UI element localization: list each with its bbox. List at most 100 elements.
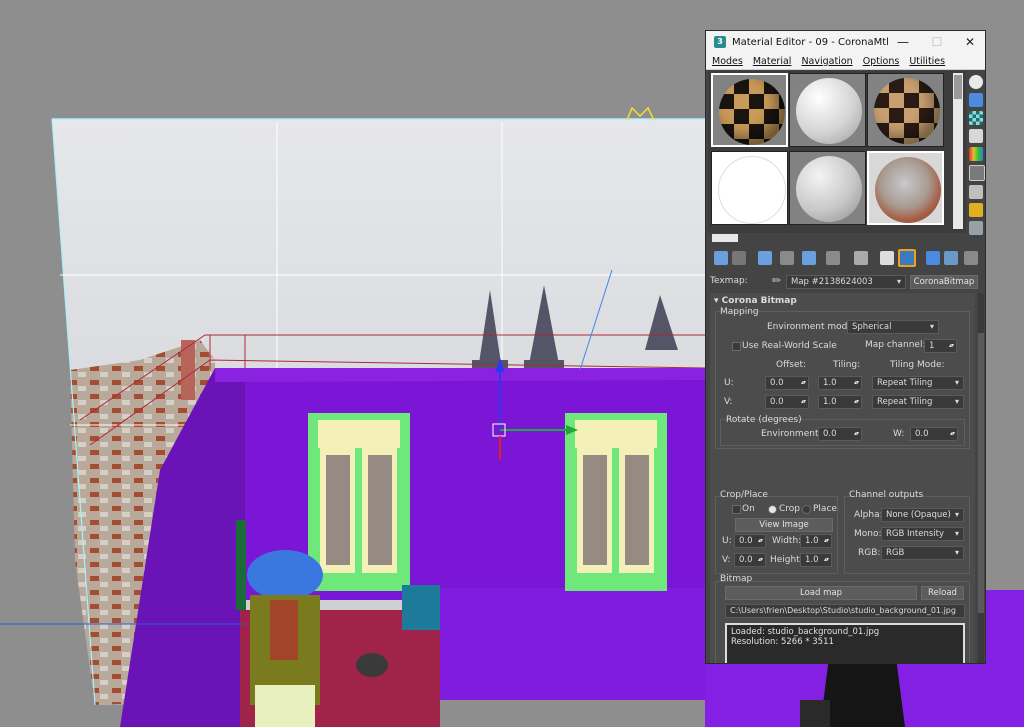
- alpha-dropdown[interactable]: None (Opaque): [881, 508, 964, 522]
- make-preview-icon[interactable]: [969, 165, 985, 181]
- menu-navigation[interactable]: Navigation: [801, 56, 852, 67]
- v-offset-spinner[interactable]: 0.0: [765, 395, 809, 409]
- delete-icon[interactable]: [780, 251, 794, 265]
- crop-height-label: Height:: [770, 555, 803, 565]
- sample-type-icon[interactable]: [969, 75, 983, 89]
- view-image-button[interactable]: View Image: [735, 518, 833, 532]
- sample-slot-2[interactable]: [789, 73, 866, 147]
- go-to-parent-icon[interactable]: [944, 251, 958, 265]
- map-channel-label: Map channel:: [865, 340, 926, 350]
- flat-white-sphere: [718, 156, 786, 224]
- crop-height-spinner[interactable]: 1.0: [800, 553, 832, 567]
- tiling-mode-label: Tiling Mode:: [890, 360, 945, 370]
- bitmap-group-label: Bitmap: [720, 574, 753, 584]
- get-material-icon[interactable]: [714, 251, 728, 265]
- crop-on-label: On: [742, 504, 755, 514]
- w-rotate-spinner[interactable]: 0.0: [910, 427, 958, 441]
- rgb-dropdown[interactable]: RGB: [881, 546, 964, 560]
- rollout-title[interactable]: ▾ Corona Bitmap: [714, 296, 797, 306]
- video-color-icon[interactable]: [969, 147, 983, 161]
- show-end-result-icon[interactable]: [926, 251, 940, 265]
- texmap-label: Texmap:: [710, 276, 748, 286]
- map-channel-spinner[interactable]: 1: [924, 339, 957, 353]
- sample-slot-6[interactable]: [867, 151, 944, 225]
- menu-material[interactable]: Material: [753, 56, 792, 67]
- eyedropper-icon[interactable]: ✏: [772, 274, 781, 287]
- place-radio-label: Place: [813, 504, 837, 514]
- bitmap-info-resolution: Resolution: 5266 * 3511: [731, 637, 834, 647]
- options-icon[interactable]: [969, 185, 983, 199]
- sample-slot-3[interactable]: [867, 73, 944, 147]
- crop-radio[interactable]: [768, 505, 777, 514]
- tower: [181, 340, 195, 400]
- load-map-button[interactable]: Load map: [725, 586, 917, 600]
- side-toolbar: [966, 71, 985, 239]
- crop-on-checkbox[interactable]: [732, 505, 741, 514]
- blue-chair: [402, 585, 440, 630]
- rotate-label: Rotate (degrees): [726, 415, 802, 425]
- v-tiling-mode-dropdown[interactable]: Repeat Tiling: [872, 395, 964, 409]
- title-bar: 3 Material Editor - 09 - CoronaMtl — ☐ ✕: [706, 31, 985, 53]
- armchair: [255, 685, 315, 727]
- map-type-button[interactable]: CoronaBitmap: [910, 275, 978, 289]
- make-copy-icon[interactable]: [802, 251, 816, 265]
- u-label: U:: [724, 378, 734, 388]
- checker-sphere: [719, 79, 785, 145]
- background-icon[interactable]: [969, 111, 983, 125]
- put-to-library-icon[interactable]: [854, 251, 868, 265]
- window-title: Material Editor - 09 - CoronaMtl: [732, 36, 889, 48]
- minimize-icon[interactable]: —: [886, 31, 920, 53]
- w-label: W:: [893, 429, 905, 439]
- real-world-scale-label: Use Real-World Scale: [742, 341, 837, 351]
- material-id-icon[interactable]: [880, 251, 894, 265]
- slots-scrollbar[interactable]: [953, 73, 963, 229]
- material-navigator-icon[interactable]: [969, 221, 983, 235]
- close-icon[interactable]: ✕: [953, 31, 985, 53]
- reload-button[interactable]: Reload: [921, 586, 964, 600]
- room-right-block: [440, 588, 705, 700]
- put-to-scene-icon[interactable]: [732, 251, 746, 265]
- slots-horizontal-scrollbar[interactable]: [708, 233, 966, 243]
- u-tiling-spinner[interactable]: 1.0: [818, 376, 862, 390]
- place-radio[interactable]: [802, 505, 811, 514]
- backlight-icon[interactable]: [969, 93, 983, 107]
- select-by-material-icon[interactable]: [969, 203, 983, 217]
- menu-options[interactable]: Options: [863, 56, 900, 67]
- assign-material-icon[interactable]: [758, 251, 772, 265]
- rgb-label: RGB:: [858, 548, 881, 558]
- real-world-scale-checkbox[interactable]: [732, 342, 741, 351]
- maximize-icon[interactable]: ☐: [920, 31, 954, 53]
- offset-label: Offset:: [776, 360, 807, 370]
- env-mode-dropdown[interactable]: Spherical: [847, 320, 939, 334]
- mono-dropdown[interactable]: RGB Intensity: [881, 527, 964, 541]
- texmap-row: Texmap: ✏ Map #2138624003 CoronaBitmap: [706, 273, 985, 291]
- show-shaded-material-icon[interactable]: [898, 249, 916, 267]
- menu-modes[interactable]: Modes: [712, 56, 743, 67]
- white-sphere: [796, 78, 862, 144]
- menu-utilities[interactable]: Utilities: [909, 56, 945, 67]
- crop-place-label: Crop/Place: [720, 490, 768, 500]
- map-name-field[interactable]: Map #2138624003: [786, 275, 906, 289]
- uv-tiling-icon[interactable]: [969, 129, 983, 143]
- rollout-scrollbar[interactable]: [978, 293, 984, 663]
- u-tiling-mode-dropdown[interactable]: Repeat Tiling: [872, 376, 964, 390]
- crop-u-spinner[interactable]: 0.0: [734, 534, 766, 548]
- sample-slot-4[interactable]: [711, 151, 788, 225]
- mapping-group-label: Mapping: [720, 307, 759, 317]
- app-icon: 3: [714, 36, 726, 48]
- make-unique-icon[interactable]: [826, 251, 840, 265]
- wood-checker-sphere: [874, 78, 940, 144]
- sample-slot-5[interactable]: [789, 151, 866, 225]
- u-offset-spinner[interactable]: 0.0: [765, 376, 809, 390]
- environment-rotate-spinner[interactable]: 0.0: [818, 427, 862, 441]
- environment-label: Environment:: [761, 429, 822, 439]
- go-forward-sibling-icon[interactable]: [964, 251, 978, 265]
- v-tiling-spinner[interactable]: 1.0: [818, 395, 862, 409]
- crop-width-spinner[interactable]: 1.0: [800, 534, 832, 548]
- sample-slot-1[interactable]: [711, 73, 788, 147]
- crop-v-spinner[interactable]: 0.0: [734, 553, 766, 567]
- bitmap-path-field[interactable]: C:\Users\frien\Desktop\Studio\studio_bac…: [725, 604, 965, 618]
- crop-v-label: V:: [722, 555, 731, 565]
- menu-bar: Modes Material Navigation Options Utilit…: [706, 53, 985, 70]
- crop-radio-label: Crop: [779, 504, 801, 514]
